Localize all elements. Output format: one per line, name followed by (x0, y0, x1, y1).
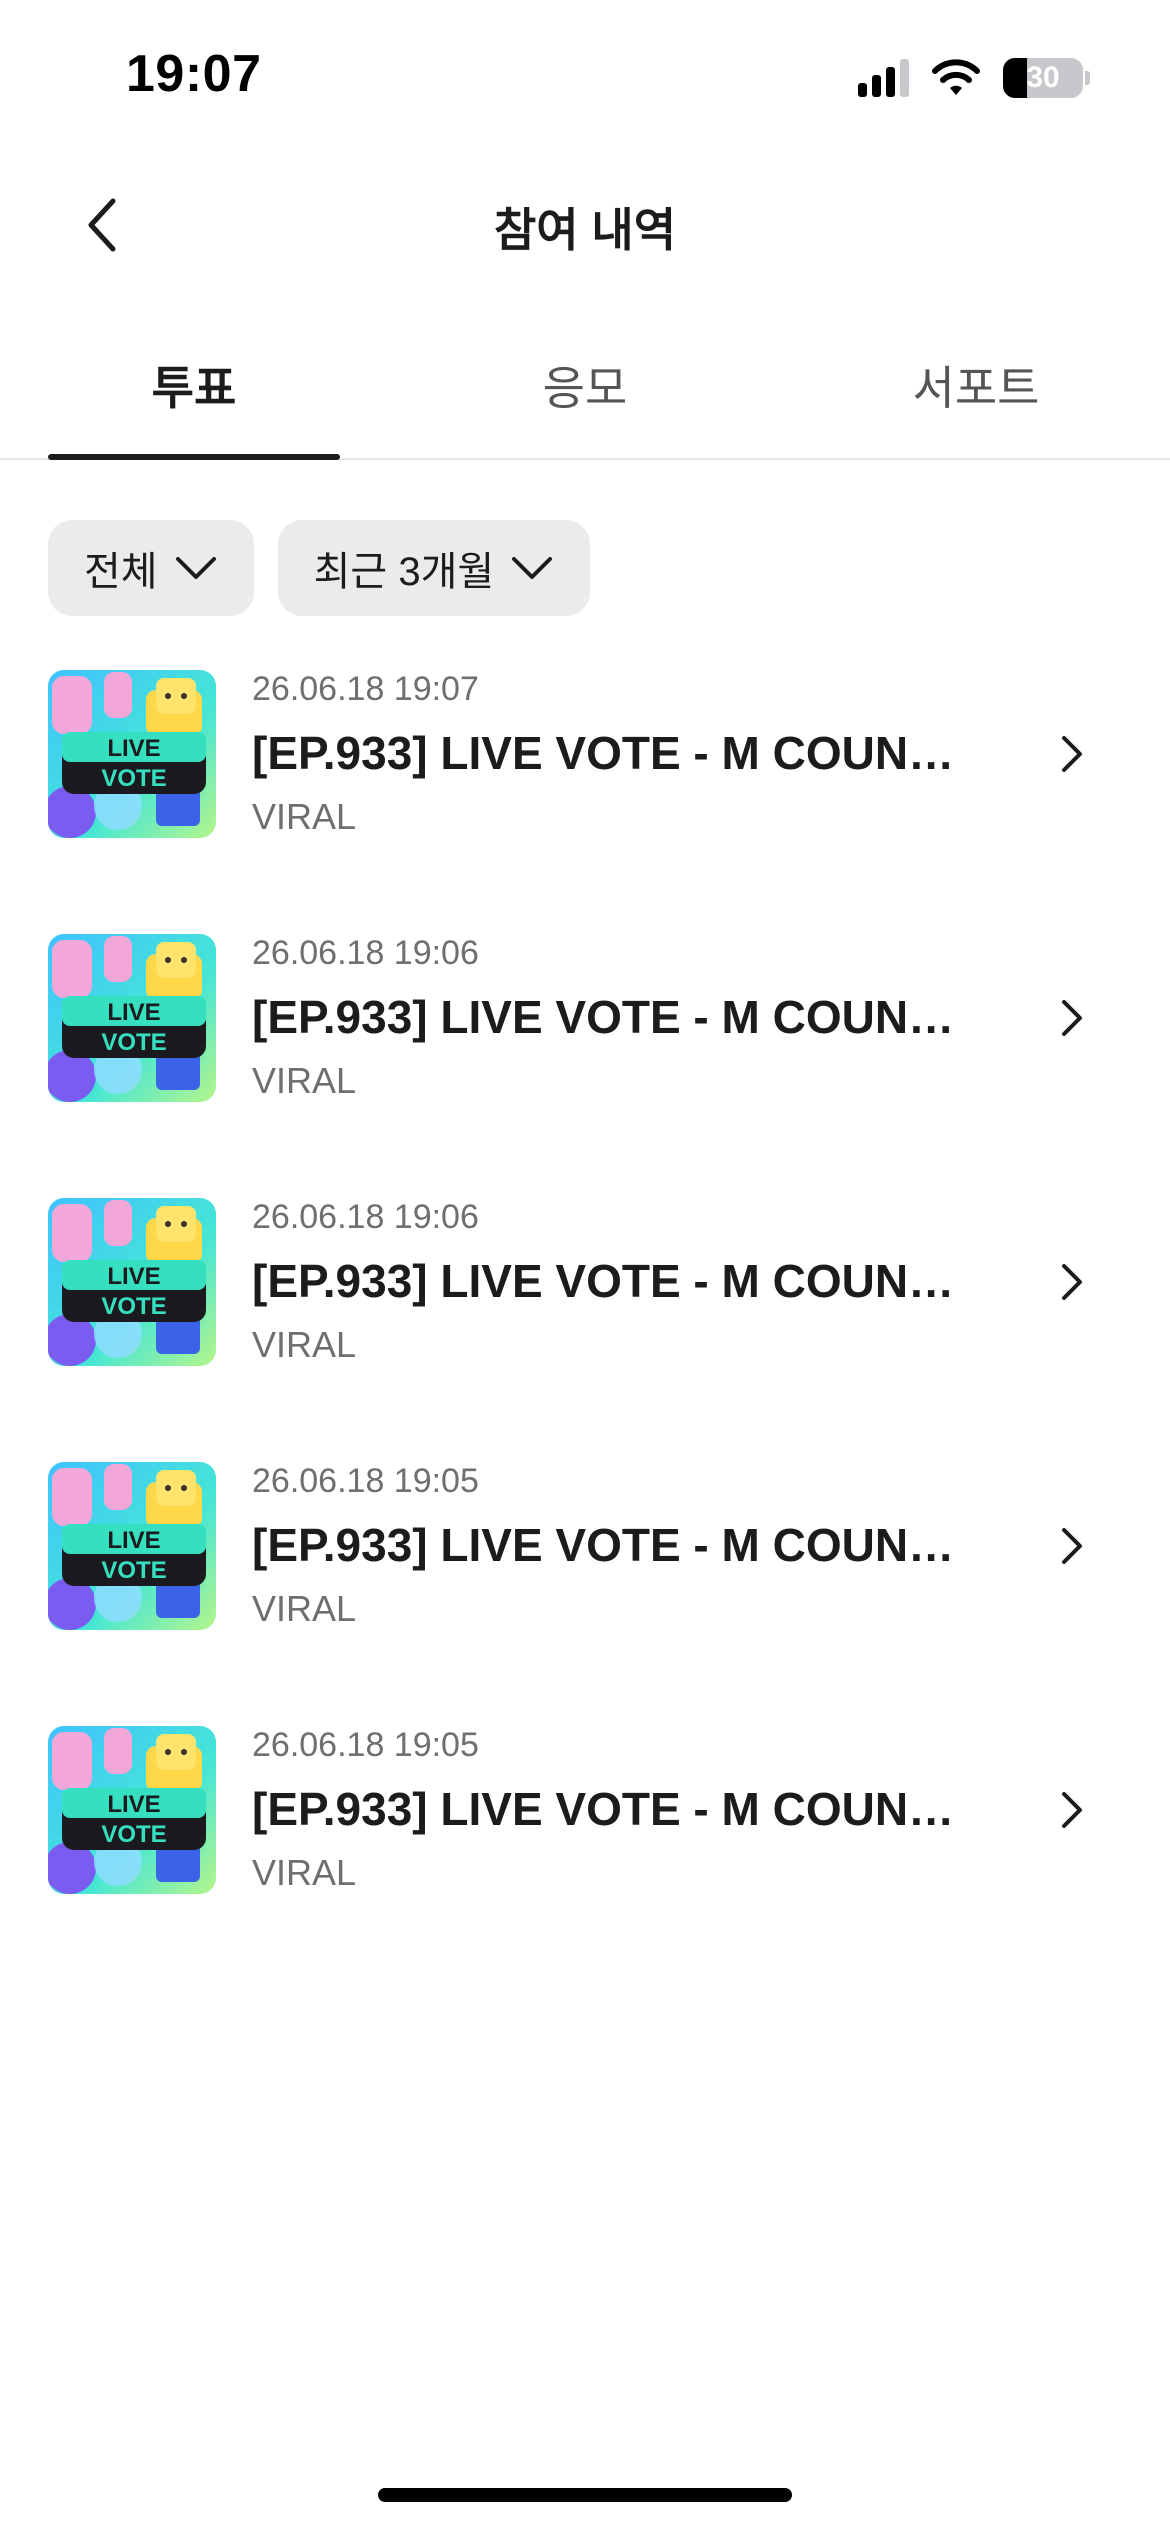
tab-bar: 투표 응모 서포트 (0, 328, 1170, 460)
page-title: 참여 내역 (493, 204, 677, 256)
thumbnail-text-line2: VOTE (101, 1821, 166, 1848)
chevron-down-icon (512, 557, 553, 579)
chevron-down-icon (175, 557, 216, 579)
item-subtitle: VIRAL (252, 1060, 357, 1101)
battery-nub (1085, 71, 1090, 85)
header: 참여 내역 (0, 150, 1170, 300)
thumbnail-text-line1: LIVE (107, 735, 160, 762)
list-item[interactable]: LIVE VOTE 26.06.18 19:05 [EP.933] LIVE V… (0, 1462, 1170, 1726)
thumbnail-text-line1: LIVE (107, 1791, 160, 1818)
thumbnail-text-line2: VOTE (101, 1557, 166, 1584)
screen: 19:07 30 참여 내역 투표 응모 서포트 전체 최근 3개월 LIVE … (0, 0, 1170, 2532)
thumbnail-text-line1: LIVE (107, 1263, 160, 1290)
item-subtitle: VIRAL (252, 1852, 357, 1893)
filter-category-label: 전체 (84, 550, 158, 594)
status-icons: 30 (858, 56, 1090, 100)
item-date: 26.06.18 19:07 (252, 670, 479, 708)
list-item[interactable]: LIVE VOTE 26.06.18 19:05 [EP.933] LIVE V… (0, 1726, 1170, 1990)
cellular-signal-icon (858, 59, 909, 97)
participation-list: LIVE VOTE 26.06.18 19:07 [EP.933] LIVE V… (0, 670, 1170, 1990)
item-title: [EP.933] LIVE VOTE - M COUNTDOWN (252, 1519, 982, 1571)
chevron-right-icon (1062, 1264, 1082, 1300)
filter-period-label: 최근 3개월 (313, 550, 495, 594)
item-date: 26.06.18 19:05 (252, 1726, 479, 1764)
live-vote-thumbnail: LIVE VOTE (48, 1462, 216, 1630)
item-title: [EP.933] LIVE VOTE - M COUNTDOWN (252, 991, 982, 1043)
live-vote-thumbnail: LIVE VOTE (48, 670, 216, 838)
chevron-right-icon (1062, 1528, 1082, 1564)
thumbnail-text-line2: VOTE (101, 1293, 166, 1320)
tab-support[interactable]: 서포트 (830, 352, 1122, 460)
list-item[interactable]: LIVE VOTE 26.06.18 19:06 [EP.933] LIVE V… (0, 934, 1170, 1198)
item-title: [EP.933] LIVE VOTE - M COUNTDOWN (252, 1255, 982, 1307)
chevron-right-icon (1062, 1792, 1082, 1828)
thumbnail-text-line1: LIVE (107, 999, 160, 1026)
chevron-right-icon (1062, 736, 1082, 772)
item-subtitle: VIRAL (252, 1588, 357, 1629)
live-vote-thumbnail: LIVE VOTE (48, 934, 216, 1102)
status-bar: 19:07 30 (0, 0, 1170, 150)
tab-entry[interactable]: 응모 (439, 352, 731, 460)
home-indicator[interactable] (378, 2488, 792, 2502)
thumbnail-text-line1: LIVE (107, 1527, 160, 1554)
item-subtitle: VIRAL (252, 1324, 357, 1365)
tab-active-indicator (48, 454, 340, 460)
live-vote-thumbnail: LIVE VOTE (48, 1198, 216, 1366)
thumbnail-text-line2: VOTE (101, 765, 166, 792)
battery-icon: 30 (1003, 58, 1083, 98)
item-title: [EP.933] LIVE VOTE - M COUNTDOWN (252, 727, 982, 779)
list-item[interactable]: LIVE VOTE 26.06.18 19:06 [EP.933] LIVE V… (0, 1198, 1170, 1462)
live-vote-thumbnail: LIVE VOTE (48, 1726, 216, 1894)
item-date: 26.06.18 19:06 (252, 934, 479, 972)
filter-category-dropdown[interactable]: 전체 (48, 520, 254, 616)
battery-level: 30 (1026, 61, 1060, 94)
item-date: 26.06.18 19:06 (252, 1198, 479, 1236)
chevron-right-icon (1062, 1000, 1082, 1036)
item-title: [EP.933] LIVE VOTE - M COUNTDOWN (252, 1783, 982, 1835)
wifi-icon (932, 59, 980, 95)
thumbnail-text-line2: VOTE (101, 1029, 166, 1056)
status-time: 19:07 (126, 45, 262, 103)
item-date: 26.06.18 19:05 (252, 1462, 479, 1500)
item-subtitle: VIRAL (252, 796, 357, 837)
filter-bar: 전체 최근 3개월 (48, 520, 591, 616)
list-item[interactable]: LIVE VOTE 26.06.18 19:07 [EP.933] LIVE V… (0, 670, 1170, 934)
tab-vote[interactable]: 투표 (48, 352, 340, 460)
filter-period-dropdown[interactable]: 최근 3개월 (277, 520, 591, 616)
